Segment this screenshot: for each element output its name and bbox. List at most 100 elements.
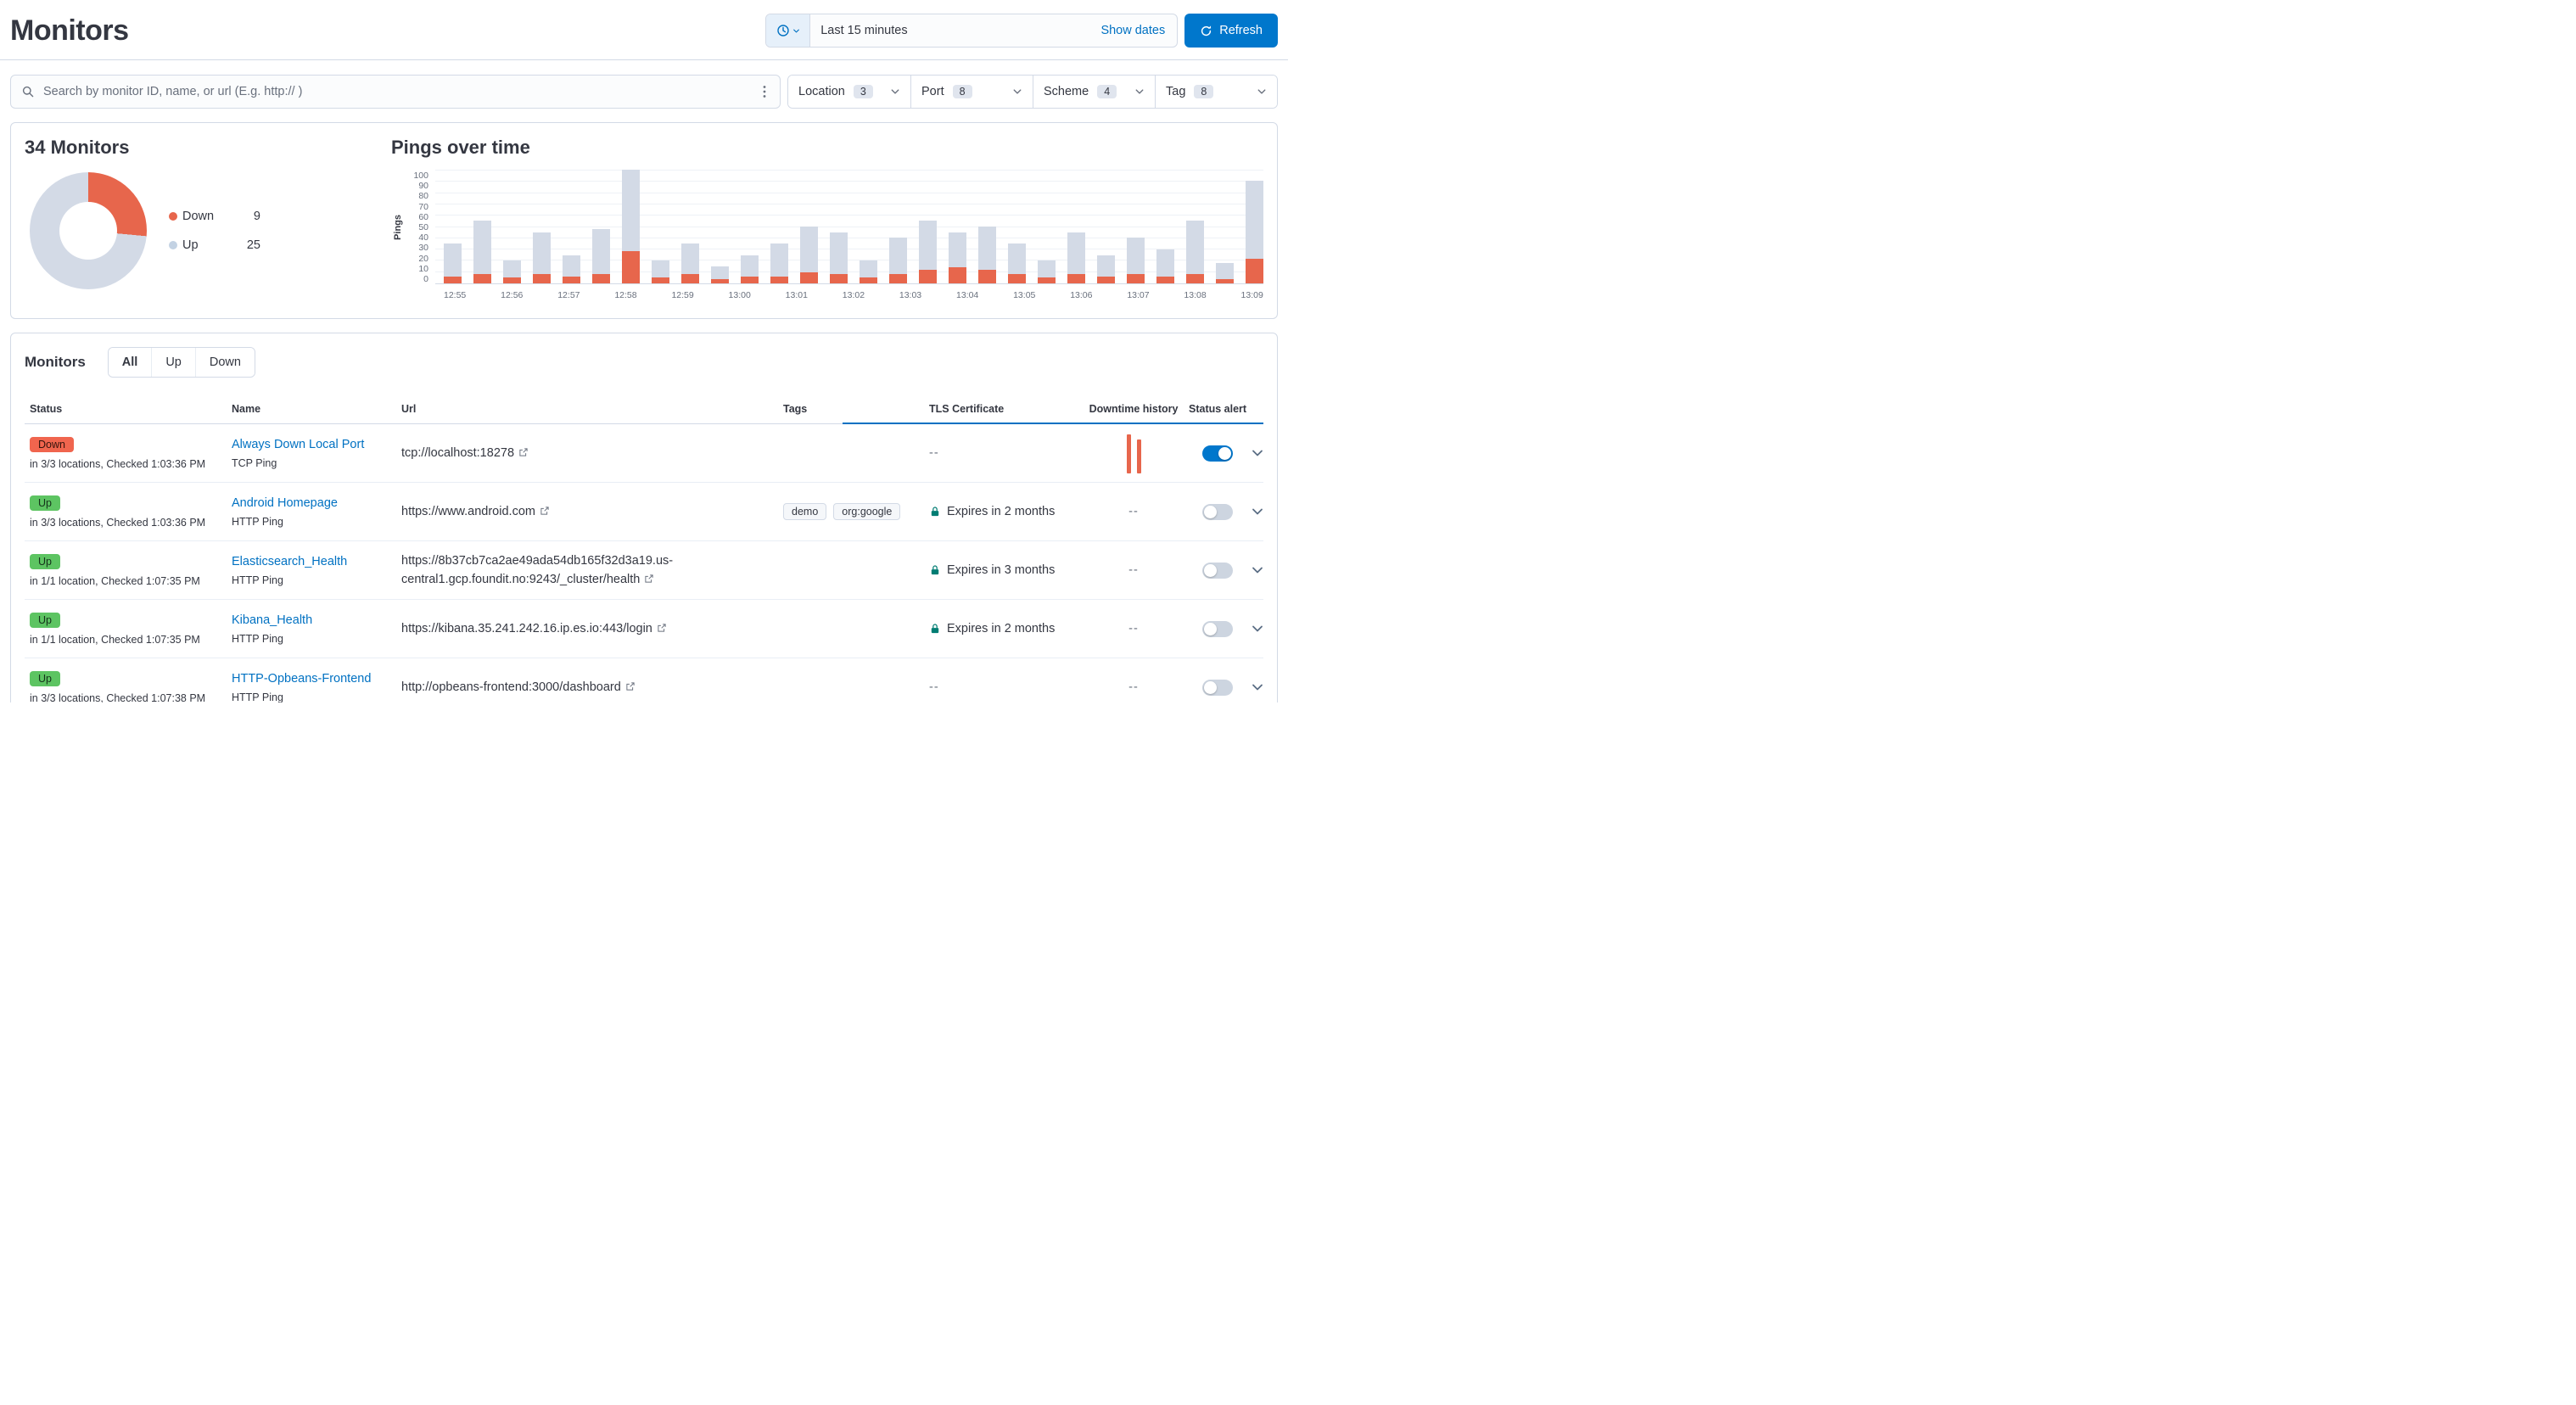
monitor-url-link[interactable]: http://opbeans-frontend:3000/dashboard: [401, 680, 636, 694]
monitor-url-link[interactable]: https://kibana.35.241.242.16.ip.es.io:44…: [401, 622, 667, 635]
status-alert-toggle[interactable]: [1202, 563, 1233, 579]
downtime-empty: --: [1128, 680, 1139, 694]
chevron-down-icon: [1257, 87, 1267, 97]
y-tick-label: 100: [413, 171, 428, 181]
ping-bar: [1246, 181, 1263, 283]
tag-chip[interactable]: demo: [783, 503, 826, 520]
status-alert-cell: [1189, 563, 1246, 579]
bar-down-segment: [592, 274, 610, 283]
bar-up-segment: [1008, 243, 1026, 274]
monitor-url-link[interactable]: https://www.android.com: [401, 505, 550, 518]
expand-row-button[interactable]: [1247, 619, 1268, 639]
chevron-down-icon: [1251, 446, 1264, 460]
ping-bar: [1216, 263, 1234, 283]
tab-up[interactable]: Up: [151, 348, 195, 377]
ping-type-text: HTTP Ping: [232, 574, 283, 586]
legend-dot: [169, 212, 177, 221]
filter-count-badge: 8: [1194, 85, 1213, 98]
search-menu-button[interactable]: [756, 81, 773, 102]
monitor-url-link[interactable]: https://8b37cb7ca2ae49ada54db165f32d3a19…: [401, 554, 673, 586]
bar-up-segment: [1246, 181, 1263, 258]
bar-down-segment: [1097, 277, 1115, 283]
time-controls: Last 15 minutes Show dates Refresh: [765, 14, 1278, 48]
bar-up-segment: [1067, 232, 1085, 275]
monitor-list-title: Monitors: [25, 354, 86, 371]
table-header-row: StatusNameUrlTagsTLS CertificateDowntime…: [25, 398, 1263, 424]
bar-up-segment: [473, 221, 491, 274]
filter-port-dropdown[interactable]: Port 8: [910, 76, 1033, 108]
column-header-tags: Tags: [783, 403, 929, 415]
bar-up-segment: [949, 232, 966, 268]
monitor-name-link[interactable]: Always Down Local Port: [232, 438, 364, 451]
status-alert-toggle[interactable]: [1202, 445, 1233, 462]
monitor-row: Up in 3/3 locations, Checked 1:07:38 PM …: [25, 658, 1263, 702]
x-tick-label: 12:57: [557, 290, 580, 300]
ping-bar: [741, 255, 759, 283]
tag-chip[interactable]: org:google: [833, 503, 900, 520]
ping-type-text: HTTP Ping: [232, 691, 283, 703]
filter-tag-dropdown[interactable]: Tag 8: [1155, 76, 1277, 108]
status-cell: Down in 3/3 locations, Checked 1:03:36 P…: [30, 437, 232, 470]
legend-label: Up: [182, 238, 232, 252]
legend-item-up: Up 25: [169, 238, 260, 252]
y-tick-label: 70: [418, 202, 428, 212]
monitor-url-link[interactable]: tcp://localhost:18278: [401, 446, 529, 460]
monitor-name-link[interactable]: Elasticsearch_Health: [232, 555, 347, 568]
table-body: Down in 3/3 locations, Checked 1:03:36 P…: [25, 424, 1263, 702]
downtime-history-cell: [1078, 433, 1189, 473]
lock-icon: [929, 506, 941, 518]
status-cell: Up in 1/1 location, Checked 1:07:35 PM: [30, 554, 232, 587]
filter-scheme-dropdown[interactable]: Scheme 4: [1033, 76, 1155, 108]
show-dates-button[interactable]: Show dates: [1089, 24, 1177, 37]
bar-up-segment: [503, 260, 521, 277]
expand-row-button[interactable]: [1247, 501, 1268, 522]
x-axis-ticks: 12:5512:5612:5712:5812:5913:0013:0113:02…: [435, 290, 1263, 300]
ping-bar: [711, 266, 729, 283]
pings-chart-section: Pings over time Pings 100908070605040302…: [391, 137, 1263, 305]
y-axis-label: Pings: [393, 215, 403, 240]
monitor-name-link[interactable]: HTTP-Opbeans-Frontend: [232, 672, 371, 686]
page-header: Monitors Last 15 minutes Show dates Refr…: [0, 0, 1288, 59]
monitor-name-link[interactable]: Android Homepage: [232, 496, 338, 510]
bar-down-segment: [1216, 279, 1234, 283]
downtime-history-cell: --: [1078, 667, 1189, 702]
bar-up-segment: [978, 227, 996, 270]
status-alert-toggle[interactable]: [1202, 621, 1233, 637]
bar-up-segment: [652, 260, 669, 277]
expand-cell: [1246, 560, 1268, 580]
bar-up-segment: [800, 227, 818, 272]
chevron-down-icon: [1251, 680, 1264, 694]
status-alert-toggle[interactable]: [1202, 680, 1233, 696]
toggle-knob: [1204, 506, 1217, 518]
toggle-knob: [1204, 623, 1217, 635]
bar-up-segment: [770, 243, 788, 277]
expand-cell: [1246, 677, 1268, 697]
y-tick-label: 10: [418, 264, 428, 274]
url-cell: https://www.android.com: [401, 502, 783, 521]
filter-location-dropdown[interactable]: Location 3: [788, 76, 910, 108]
tab-down[interactable]: Down: [195, 348, 255, 377]
search-input[interactable]: [35, 85, 756, 98]
y-tick-label: 50: [418, 222, 428, 232]
y-tick-label: 90: [418, 181, 428, 191]
refresh-button[interactable]: Refresh: [1184, 14, 1278, 48]
x-tick-label: 13:00: [729, 290, 751, 300]
bar-down-segment: [1008, 274, 1026, 283]
time-range-display[interactable]: Last 15 minutes: [810, 24, 1089, 37]
expand-row-button[interactable]: [1247, 443, 1268, 463]
legend-value: 9: [232, 210, 260, 223]
bar-up-segment: [592, 229, 610, 275]
status-cell: Up in 3/3 locations, Checked 1:07:38 PM: [30, 671, 232, 703]
monitor-row: Up in 3/3 locations, Checked 1:03:36 PM …: [25, 483, 1263, 541]
expand-row-button[interactable]: [1247, 677, 1268, 697]
time-quick-select-button[interactable]: [766, 14, 810, 47]
status-badge: Up: [30, 613, 60, 628]
url-cell: https://8b37cb7ca2ae49ada54db165f32d3a19…: [401, 551, 783, 590]
monitor-name-link[interactable]: Kibana_Health: [232, 613, 312, 627]
ping-bar: [473, 221, 491, 283]
expand-row-button[interactable]: [1247, 560, 1268, 580]
expand-cell: [1246, 619, 1268, 639]
status-alert-cell: [1189, 504, 1246, 520]
tab-all[interactable]: All: [109, 348, 152, 377]
status-alert-toggle[interactable]: [1202, 504, 1233, 520]
